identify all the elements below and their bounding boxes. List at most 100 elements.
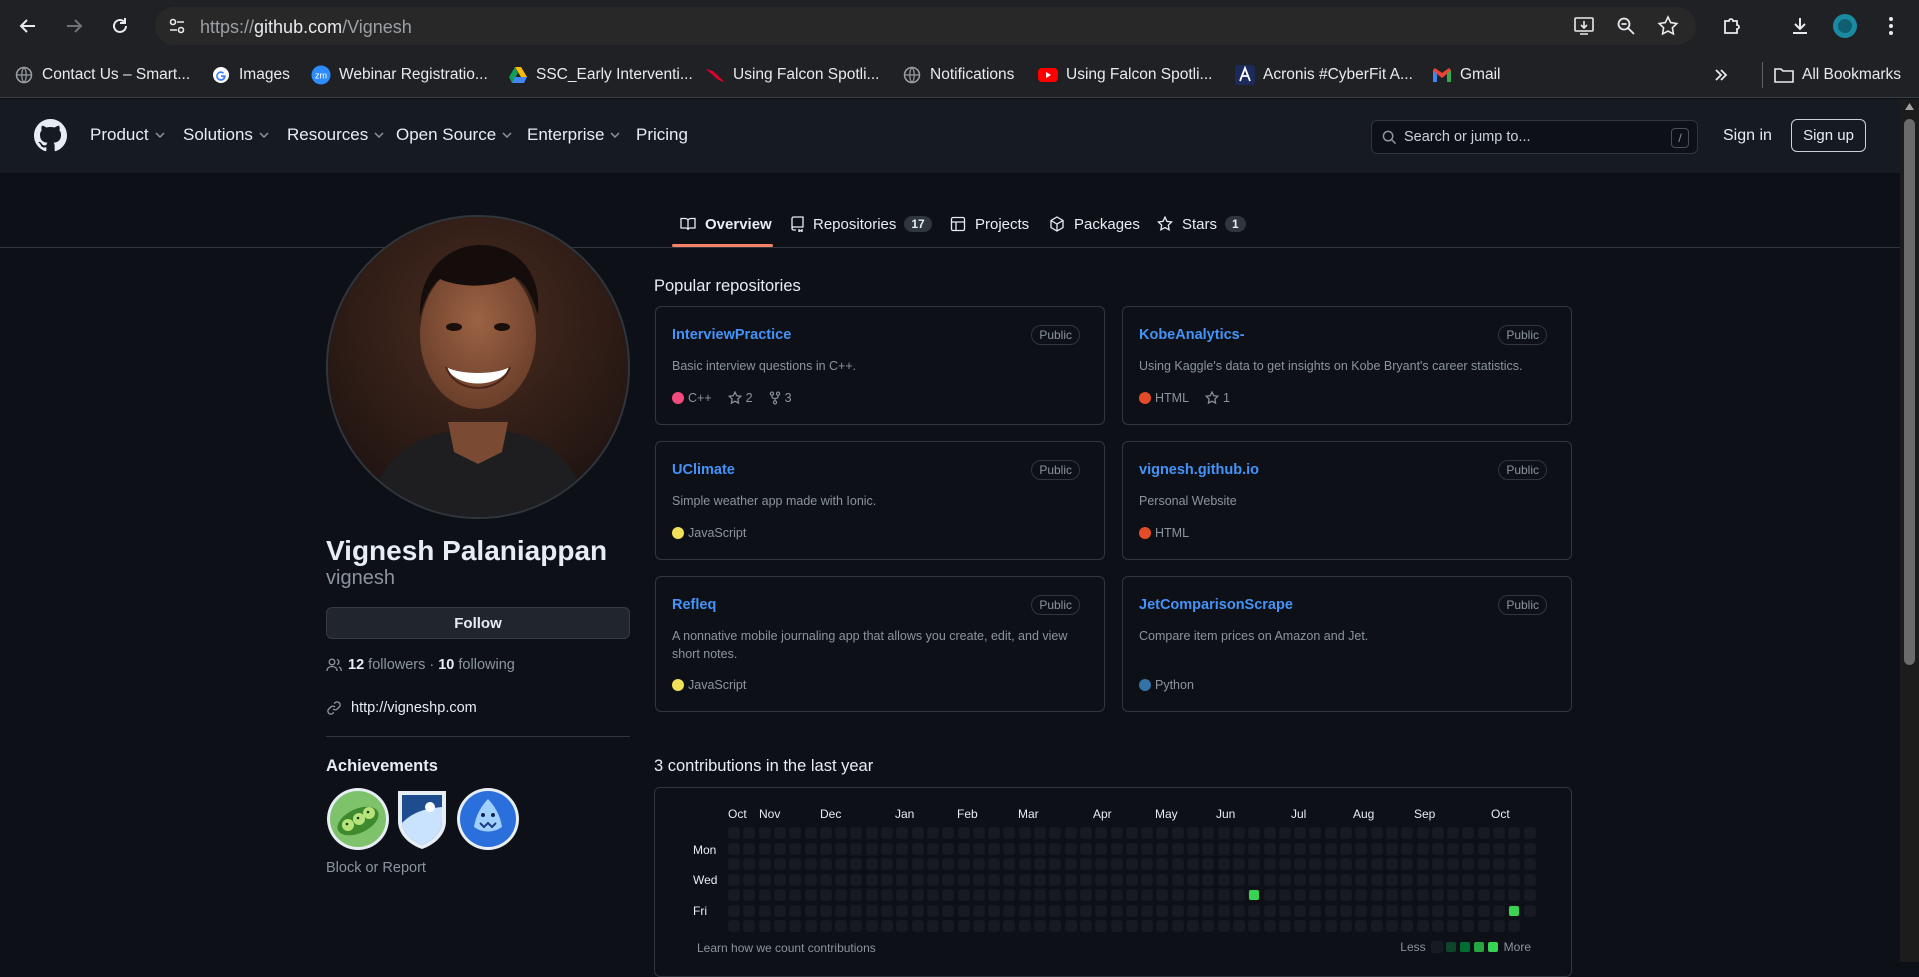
contribution-day-cell[interactable] [1493, 874, 1505, 886]
contribution-day-cell[interactable] [1264, 920, 1276, 932]
contribution-day-cell[interactable] [866, 874, 878, 886]
contribution-day-cell[interactable] [1417, 905, 1429, 917]
website-link[interactable]: http://vigneshp.com [351, 700, 477, 716]
contribution-day-cell[interactable] [1462, 874, 1474, 886]
contribution-day-cell[interactable] [1187, 843, 1199, 855]
contribution-day-cell[interactable] [1355, 827, 1367, 839]
contribution-day-cell[interactable] [1401, 889, 1413, 901]
contribution-day-cell[interactable] [1248, 827, 1260, 839]
contribution-day-cell[interactable] [1355, 889, 1367, 901]
contribution-day-cell[interactable] [1478, 889, 1490, 901]
contribution-day-cell[interactable] [728, 843, 740, 855]
contribution-day-cell[interactable] [1141, 920, 1153, 932]
contribution-day-cell[interactable] [1417, 858, 1429, 870]
contribution-day-cell[interactable] [1202, 905, 1214, 917]
contribution-day-cell[interactable] [1095, 858, 1107, 870]
contribution-day-cell[interactable] [927, 843, 939, 855]
contribution-day-cell[interactable] [1447, 843, 1459, 855]
contribution-day-cell[interactable] [1218, 920, 1230, 932]
contribution-day-cell[interactable] [973, 827, 985, 839]
contribution-day-cell[interactable] [1218, 827, 1230, 839]
contribution-day-cell[interactable] [1462, 889, 1474, 901]
site-settings-icon[interactable] [167, 16, 187, 36]
contribution-day-cell[interactable] [1432, 827, 1444, 839]
contribution-day-cell[interactable] [1218, 843, 1230, 855]
contribution-day-cell[interactable] [1111, 874, 1123, 886]
pair-extraordinaire-badge[interactable] [326, 787, 390, 851]
contribution-day-cell[interactable] [835, 905, 847, 917]
contribution-day-cell[interactable] [1034, 889, 1046, 901]
contribution-day-cell[interactable] [759, 827, 771, 839]
learn-contributions-link[interactable]: Learn how we count contributions [697, 941, 876, 955]
contribution-day-cell[interactable] [789, 920, 801, 932]
nav-solutions[interactable]: Solutions [183, 125, 269, 145]
contribution-day-cell[interactable] [1065, 920, 1077, 932]
contribution-day-cell[interactable] [728, 858, 740, 870]
contribution-day-cell[interactable] [1294, 889, 1306, 901]
contribution-day-cell[interactable] [1095, 874, 1107, 886]
contribution-day-cell[interactable] [805, 874, 817, 886]
contribution-day-cell[interactable] [1172, 858, 1184, 870]
contribution-day-cell[interactable] [1386, 905, 1398, 917]
contribution-day-cell[interactable] [1019, 920, 1031, 932]
contribution-day-cell[interactable] [759, 858, 771, 870]
contribution-day-cell[interactable] [1126, 905, 1138, 917]
bookmark-item[interactable]: Images [211, 63, 290, 87]
contribution-day-cell[interactable] [1003, 905, 1015, 917]
contribution-day-cell[interactable] [805, 827, 817, 839]
contribution-day-cell[interactable] [927, 920, 939, 932]
tab-repositories[interactable]: Repositories 17 [790, 212, 932, 236]
contribution-day-cell[interactable] [1371, 889, 1383, 901]
contribution-day-cell[interactable] [1233, 858, 1245, 870]
nav-enterprise[interactable]: Enterprise [527, 125, 621, 145]
contribution-day-cell[interactable] [1340, 843, 1352, 855]
contribution-day-cell[interactable] [881, 843, 893, 855]
contribution-day-cell[interactable] [1340, 889, 1352, 901]
contribution-day-cell[interactable] [881, 858, 893, 870]
contribution-day-cell[interactable] [1371, 905, 1383, 917]
contribution-day-cell[interactable] [774, 920, 786, 932]
contribution-day-cell[interactable] [1432, 874, 1444, 886]
contribution-day-cell[interactable] [1355, 920, 1367, 932]
contribution-day-cell[interactable] [1309, 827, 1321, 839]
contribution-day-cell[interactable] [1080, 858, 1092, 870]
contribution-day-cell[interactable] [1401, 874, 1413, 886]
contribution-day-cell[interactable] [820, 843, 832, 855]
contribution-day-cell[interactable] [942, 874, 954, 886]
contribution-day-cell[interactable] [1386, 920, 1398, 932]
contribution-day-cell[interactable] [942, 889, 954, 901]
contribution-day-cell[interactable] [1462, 920, 1474, 932]
block-or-report-link[interactable]: Block or Report [326, 860, 426, 876]
contribution-day-cell[interactable] [1003, 843, 1015, 855]
contribution-day-cell[interactable] [1447, 920, 1459, 932]
contribution-day-cell[interactable] [1386, 827, 1398, 839]
contribution-day-cell[interactable] [1264, 874, 1276, 886]
contribution-day-cell[interactable] [958, 874, 970, 886]
contribution-day-cell[interactable] [1524, 843, 1536, 855]
contribution-day-cell[interactable] [1294, 920, 1306, 932]
contribution-day-cell[interactable] [743, 874, 755, 886]
contribution-day-cell[interactable] [1478, 920, 1490, 932]
contribution-day-cell[interactable] [1202, 827, 1214, 839]
contribution-day-cell[interactable] [958, 920, 970, 932]
contribution-day-cell[interactable] [1111, 843, 1123, 855]
contribution-day-cell[interactable] [1264, 889, 1276, 901]
contribution-day-cell[interactable] [973, 843, 985, 855]
contribution-day-cell[interactable] [912, 920, 924, 932]
contribution-day-cell[interactable] [1172, 905, 1184, 917]
contribution-day-cell[interactable] [1065, 827, 1077, 839]
contribution-day-cell[interactable] [1279, 905, 1291, 917]
contribution-day-cell[interactable] [866, 858, 878, 870]
contribution-day-cell[interactable] [759, 920, 771, 932]
contribution-day-cell[interactable] [1294, 858, 1306, 870]
stargazers-link[interactable]: 1 [1205, 391, 1230, 405]
contribution-day-cell[interactable] [1371, 858, 1383, 870]
follow-button[interactable]: Follow [326, 607, 630, 639]
contribution-day-cell[interactable] [1141, 889, 1153, 901]
contribution-day-cell[interactable] [1417, 920, 1429, 932]
contribution-day-cell[interactable] [743, 858, 755, 870]
contribution-day-cell[interactable] [1493, 920, 1505, 932]
contribution-day-cell[interactable] [850, 905, 862, 917]
nav-open-source[interactable]: Open Source [396, 125, 512, 145]
contribution-day-cell[interactable] [1432, 905, 1444, 917]
